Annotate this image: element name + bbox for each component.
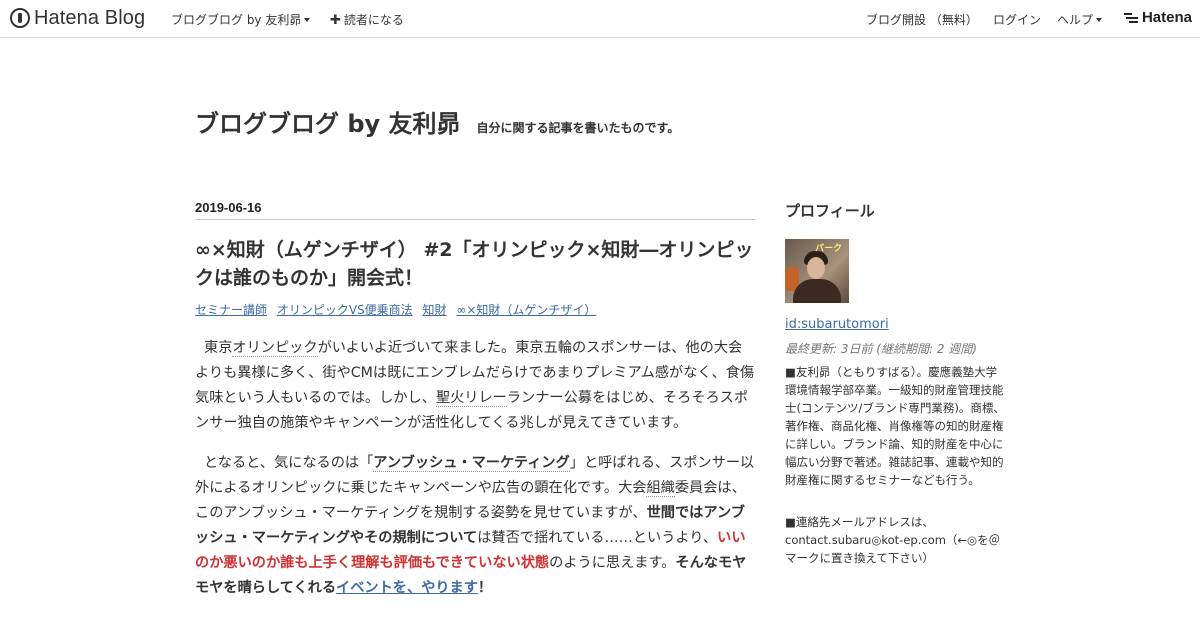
keyword-link[interactable]: アンブッシュ・マーケティング <box>373 455 570 472</box>
hatena-brand-link[interactable]: Hatena <box>1123 9 1192 26</box>
entry-body: 東京オリンピックがいよいよ近づいて来ました。東京五輪のスポンサーは、他の大会より… <box>195 336 755 601</box>
profile-contact: ■連絡先メールアドレスは、contact.subaru◎kot-ep.com（←… <box>785 515 1001 565</box>
category-link[interactable]: 知財 <box>423 303 447 317</box>
entry-paragraph: となると、気になるのは「アンブッシュ・マーケティング」と呼ばれる、スポンサー以外… <box>195 451 755 601</box>
entry-title[interactable]: ∞×知財（ムゲンチザイ） #2「オリンピック×知財―オリンピックは誰のものか」開… <box>195 236 755 292</box>
help-dropdown[interactable]: ヘルプ <box>1057 11 1102 28</box>
avatar-sign-text: パーク <box>815 243 843 253</box>
entry-date[interactable]: 2019-06-16 <box>195 200 755 220</box>
profile-title: プロフィール <box>785 202 875 220</box>
global-header: Hatena Blog ブログブログ by 友利昴 ✚ 読者になる ブログ開設 （… <box>0 0 1200 38</box>
hatena-blog-logo-icon <box>10 8 30 28</box>
category-link[interactable]: オリンピックVS便乗商法 <box>277 303 413 317</box>
blog-title[interactable]: ブログブログ by 友利昴 <box>195 104 461 139</box>
event-link[interactable]: イベントを、やります <box>336 580 478 596</box>
category-link[interactable]: セミナー講師 <box>195 303 267 317</box>
open-blog-link[interactable]: ブログ開設 （無料） <box>866 11 978 28</box>
profile-id: id:subarutomori <box>785 317 1005 332</box>
subscribe-label: 読者になる <box>343 13 404 27</box>
entry: 2019-06-16 ∞×知財（ムゲンチザイ） #2「オリンピック×知財―オリン… <box>195 200 755 616</box>
text-run: となると、気になるのは「 <box>204 455 374 471</box>
entry-categories: セミナー講師 オリンピックVS便乗商法 知財 ∞×知財（ムゲンチザイ） <box>195 301 755 318</box>
keyword-link[interactable]: 組織 <box>646 480 675 497</box>
entry-paragraph: 東京オリンピックがいよいよ近づいて来ました。東京五輪のスポンサーは、他の大会より… <box>195 336 755 436</box>
strong-text: ！ <box>477 580 493 596</box>
category-link[interactable]: ∞×知財（ムゲンチザイ） <box>456 303 596 317</box>
blog-description: 自分に関する記事を書いたものです。 <box>476 121 680 135</box>
plus-icon: ✚ <box>330 13 341 28</box>
hatena-brand-text: Hatena <box>1141 9 1192 26</box>
text-run: は賛否で揺れている……というより、 <box>477 530 718 546</box>
login-link[interactable]: ログイン <box>993 11 1041 28</box>
blog-menu-dropdown[interactable]: ブログブログ by 友利昴 <box>171 11 310 28</box>
sidebar: プロフィール パーク id:subarutomori 最終更新: 3日前 (継続… <box>785 200 1005 567</box>
hatena-blog-logo[interactable]: Hatena Blog <box>10 7 145 29</box>
keyword-link[interactable]: 聖火リレー <box>435 390 507 407</box>
profile-bio: ■友利昴（ともりすばる）。慶應義塾大学環境情報学部卒業。一級知的財産管理技能士(… <box>785 365 1005 487</box>
keyword-link[interactable]: オリンピック <box>232 340 318 357</box>
subscribe-button[interactable]: ✚ 読者になる <box>330 11 404 28</box>
logo-text: Hatena Blog <box>34 6 146 29</box>
avatar[interactable]: パーク <box>785 239 849 303</box>
text-run: 東京 <box>204 340 233 356</box>
profile-id-link[interactable]: id:subarutomori <box>785 317 889 332</box>
profile-meta: 最終更新: 3日前 (継続期間: 2 週間) <box>785 342 977 356</box>
blog-header: ブログブログ by 友利昴 自分に関する記事を書いたものです。 <box>195 104 679 139</box>
hatena-mark-icon <box>1123 12 1138 24</box>
text-run: のように思えます。 <box>549 555 676 571</box>
